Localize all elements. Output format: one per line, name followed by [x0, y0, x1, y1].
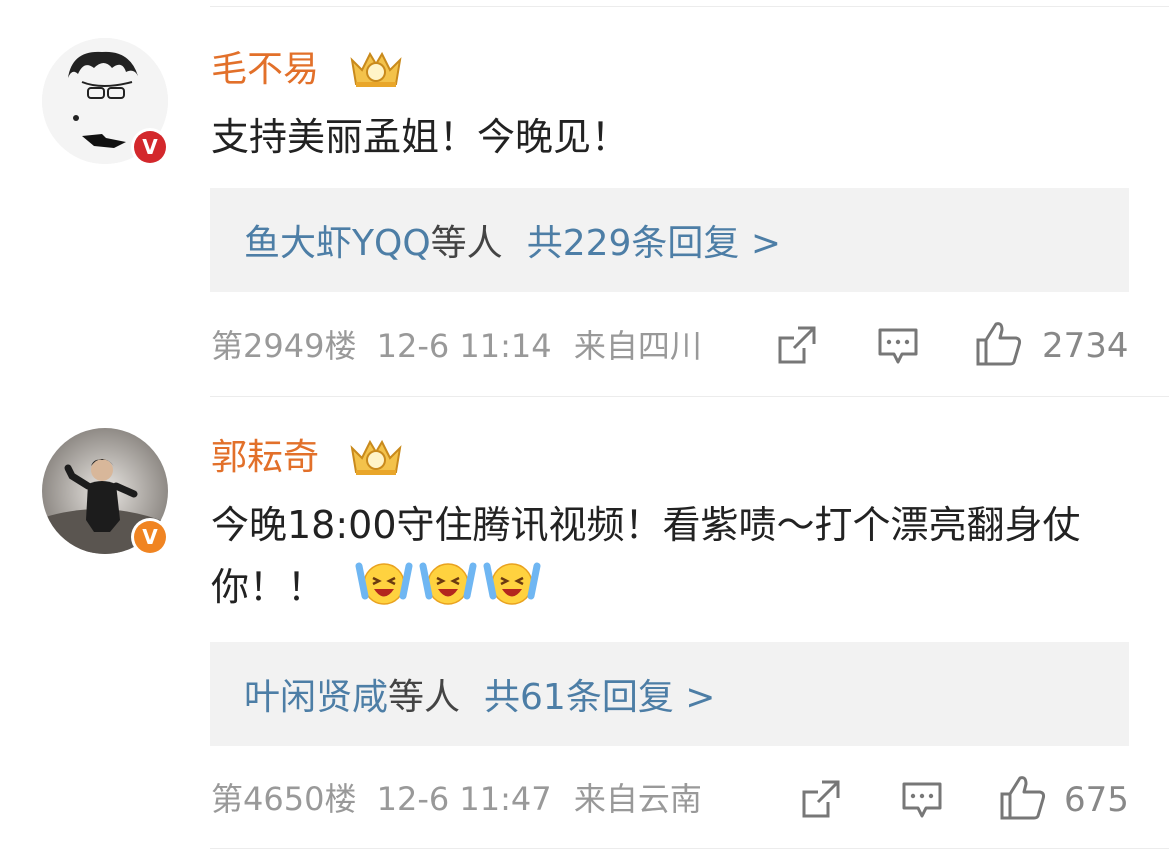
emoji-group [355, 562, 547, 609]
crown-icon [350, 439, 402, 475]
share-icon[interactable] [798, 778, 842, 822]
share-icon[interactable] [774, 324, 818, 368]
comment-meta: 第2949楼 12-6 11:14 来自四川 [211, 330, 702, 362]
verified-badge: V [131, 518, 169, 556]
verified-badge: V [131, 128, 169, 166]
verified-v-icon: V [134, 521, 166, 553]
comment-list: V 毛不易 支持美丽孟姐！今晚见！ 鱼大虾YQQ 等人 共229条回复 > 第2… [0, 0, 1169, 856]
reply-count-link[interactable]: 共61条回复 > [484, 668, 715, 720]
crown-icon [350, 51, 402, 87]
location: 来自云南 [573, 780, 702, 818]
thumbs-up-icon[interactable] [998, 774, 1048, 822]
timestamp: 12-6 11:14 [376, 327, 552, 365]
comment-icon[interactable] [876, 324, 920, 368]
timestamp: 12-6 11:47 [376, 780, 552, 818]
laughing-tears-emoji [355, 562, 413, 605]
top-divider [210, 6, 1169, 7]
comment-divider [210, 396, 1169, 397]
comment-icon[interactable] [900, 778, 944, 822]
floor-number: 第4650楼 [211, 780, 357, 818]
username[interactable]: 毛不易 [211, 52, 319, 88]
like-count: 2734 [1042, 326, 1129, 366]
reply-mid: 等人 [430, 223, 503, 264]
username[interactable]: 郭耘奇 [211, 440, 319, 476]
reply-user[interactable]: 鱼大虾YQQ [244, 214, 431, 266]
laughing-tears-emoji [483, 562, 541, 605]
reply-summary[interactable]: 叶闲贤咸 等人 共61条回复 > [210, 642, 1129, 746]
comment-meta: 第4650楼 12-6 11:47 来自云南 [211, 783, 702, 815]
comment-text: 今晚18:00守住腾讯视频！看紫啧～打个漂亮翻身仗你！！ [211, 494, 1141, 618]
verified-v-icon: V [134, 131, 166, 163]
location: 来自四川 [573, 327, 702, 365]
bottom-divider [210, 848, 1169, 849]
reply-user[interactable]: 叶闲贤咸 [244, 668, 388, 720]
floor-number: 第2949楼 [211, 327, 357, 365]
laughing-tears-emoji [419, 562, 477, 605]
comment-text: 支持美丽孟姐！今晚见！ [211, 115, 630, 159]
reply-summary[interactable]: 鱼大虾YQQ 等人 共229条回复 > [210, 188, 1129, 292]
comment-text-body: 今晚18:00守住腾讯视频！看紫啧～打个漂亮翻身仗你！！ [211, 503, 1081, 609]
reply-mid: 等人 [388, 677, 461, 718]
reply-count-link[interactable]: 共229条回复 > [527, 214, 781, 266]
thumbs-up-icon[interactable] [974, 320, 1024, 368]
like-count: 675 [1064, 780, 1129, 820]
